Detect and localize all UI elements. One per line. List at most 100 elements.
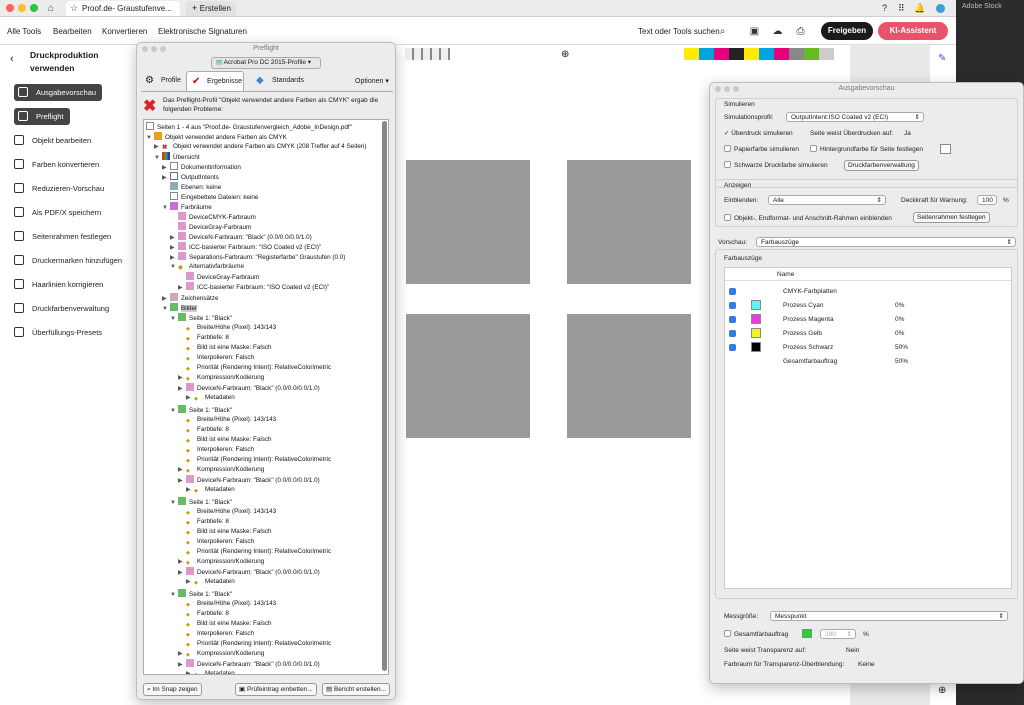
tree-item[interactable]: ◆ Interpolieren: Falsch bbox=[186, 537, 254, 547]
triangle-right-icon[interactable]: ▶ bbox=[178, 465, 186, 475]
coverage-value-select[interactable]: 280 ⇕ bbox=[820, 629, 856, 639]
tree-item[interactable]: ◆ Breite/Höhe (Pixel): 143/143 bbox=[186, 599, 276, 609]
tool-ink-manager[interactable]: Druckfarbenverwaltung bbox=[14, 301, 109, 317]
search-icon[interactable]: ⌕ bbox=[717, 26, 728, 37]
embed-result-button[interactable]: ▣ Prüfeintrag einbetten... bbox=[235, 683, 317, 696]
avatar[interactable] bbox=[936, 4, 945, 13]
triangle-down-icon[interactable]: ▼ bbox=[146, 133, 154, 143]
tool-convert-colors[interactable]: Farben konvertieren bbox=[14, 157, 99, 173]
triangle-right-icon[interactable]: ▶ bbox=[178, 568, 186, 578]
tree-item[interactable]: ◆ Breite/Höhe (Pixel): 143/143 bbox=[186, 415, 276, 425]
warning-opacity-input[interactable]: 100 bbox=[977, 195, 997, 205]
gray-square[interactable] bbox=[567, 160, 691, 284]
plate-visibility-checkbox[interactable] bbox=[729, 316, 736, 323]
tree-item[interactable]: ◆ Farbtiefe: 8 bbox=[186, 333, 229, 343]
triangle-right-icon[interactable]: ▶ bbox=[186, 577, 194, 587]
tab-standards[interactable]: ◆ Standards bbox=[252, 71, 304, 91]
tree-item[interactable]: ▶ OutputIntents bbox=[162, 172, 219, 182]
tool-fix-hairlines[interactable]: Haarlinien korrigieren bbox=[14, 277, 103, 293]
background-color-swatch[interactable] bbox=[940, 144, 951, 154]
tree-item[interactable]: ◆ Interpolieren: Falsch bbox=[186, 353, 254, 363]
tree-item[interactable]: Ebenen: keine bbox=[170, 182, 221, 192]
triangle-down-icon[interactable]: ▼ bbox=[162, 304, 170, 314]
tree-item[interactable]: DeviceCMYK-Farbraum bbox=[178, 212, 256, 222]
triangle-down-icon[interactable]: ▼ bbox=[154, 153, 162, 163]
triangle-down-icon[interactable]: ▼ bbox=[170, 498, 178, 508]
overprint-checkbox[interactable]: ✓ Überdruck simulieren bbox=[724, 129, 793, 138]
tree-item[interactable]: ▶ ◆ Kompression/Kodierung bbox=[178, 373, 264, 383]
bell-icon[interactable]: 🔔 bbox=[914, 3, 925, 14]
tree-item[interactable]: ▼ ◆ Alternativfarbräume bbox=[170, 262, 244, 272]
tool-output-preview[interactable]: Ausgabevorschau bbox=[14, 84, 103, 101]
tree-item[interactable]: ▼ Seite 1: "Black" bbox=[170, 405, 232, 415]
back-arrow-icon[interactable]: ‹ bbox=[10, 53, 14, 65]
tree-item[interactable]: ◆ Bild ist eine Maske: Falsch bbox=[186, 435, 272, 445]
tool-preflight[interactable]: Preflight bbox=[14, 108, 70, 125]
tree-item[interactable]: ▶ ICC-basierter Farbraum: "ISO Coated v2 … bbox=[178, 282, 329, 292]
black-ink-checkbox[interactable]: Schwarze Druckfarbe simulieren bbox=[724, 161, 828, 170]
comment-icon[interactable]: ✎ bbox=[938, 53, 946, 64]
tree-item[interactable]: ◆ Breite/Höhe (Pixel): 143/143 bbox=[186, 507, 276, 517]
minimize-dialog-button[interactable] bbox=[151, 46, 157, 52]
gray-square[interactable] bbox=[567, 314, 691, 438]
tree-item[interactable]: ◆ Bild ist eine Maske: Falsch bbox=[186, 619, 272, 629]
total-area-coverage-checkbox[interactable]: Gesamtfarbauftrag bbox=[724, 630, 788, 639]
save-icon[interactable]: ▣ bbox=[749, 26, 760, 37]
tree-item[interactable]: ▶ ◆ Kompression/Kodierung bbox=[178, 465, 264, 475]
tree-item[interactable]: ▶ ✖ Objekt verwendet andere Farben als CMY… bbox=[154, 142, 366, 152]
zoom-dialog-button[interactable] bbox=[160, 46, 166, 52]
tree-item[interactable]: ◆ Interpolieren: Falsch bbox=[186, 629, 254, 639]
tree-item[interactable]: DeviceGray-Farbraum bbox=[178, 222, 251, 232]
share-button[interactable]: Freigeben bbox=[821, 22, 873, 40]
help-icon[interactable]: ? bbox=[882, 3, 887, 13]
menu-all-tools[interactable]: Alle Tools bbox=[7, 27, 41, 36]
zoom-window-button[interactable] bbox=[30, 4, 38, 12]
results-tree[interactable]: Seiten 1 - 4 aus "Proof.de- Graustufenve… bbox=[143, 119, 389, 675]
tree-item[interactable]: ▼ Seite 1: "Black" bbox=[170, 589, 232, 599]
close-window-button[interactable] bbox=[6, 4, 14, 12]
tree-item[interactable]: ◆ Priorität (Rendering Intent): RelativeC… bbox=[186, 455, 331, 465]
triangle-down-icon[interactable]: ▼ bbox=[170, 262, 178, 272]
triangle-right-icon[interactable]: ▶ bbox=[186, 485, 194, 495]
zoom-dialog-button[interactable] bbox=[733, 86, 739, 92]
tree-item[interactable]: ▶ Zeichensätze bbox=[162, 293, 218, 303]
tree-scrollbar[interactable] bbox=[382, 121, 387, 671]
ai-assistant-button[interactable]: KI-Assistent bbox=[878, 22, 948, 40]
set-page-boxes-button[interactable]: Seitenrahmen festlegen bbox=[913, 212, 990, 223]
sample-size-select[interactable]: Messpunkt ⇕ bbox=[770, 611, 1008, 621]
options-menu[interactable]: Optionen ▾ bbox=[355, 77, 389, 85]
tree-item[interactable]: ▼ Bilder bbox=[162, 303, 198, 314]
tree-item[interactable]: ▶ ◆ Metadaten bbox=[186, 669, 235, 674]
tree-item[interactable]: ▼ Farbräume bbox=[162, 202, 212, 212]
triangle-down-icon[interactable]: ▼ bbox=[162, 203, 170, 213]
tree-item[interactable]: ▶ ◆ Metadaten bbox=[186, 577, 235, 587]
tree-item[interactable]: ◆ Bild ist eine Maske: Falsch bbox=[186, 343, 272, 353]
gray-square[interactable] bbox=[406, 160, 530, 284]
triangle-right-icon[interactable]: ▶ bbox=[186, 393, 194, 403]
plate-visibility-checkbox[interactable] bbox=[729, 330, 736, 337]
triangle-down-icon[interactable]: ▼ bbox=[170, 406, 178, 416]
triangle-right-icon[interactable]: ▶ bbox=[178, 660, 186, 670]
show-boxes-checkbox[interactable]: Objekt-, Endformat- und Anschnitt-Rahmen… bbox=[724, 214, 892, 223]
tree-item[interactable]: ▼ Übersicht bbox=[154, 152, 200, 162]
triangle-right-icon[interactable]: ▶ bbox=[154, 142, 162, 152]
triangle-right-icon[interactable]: ▶ bbox=[178, 373, 186, 383]
tree-item[interactable]: ▼ Seite 1: "Black" bbox=[170, 313, 232, 323]
tree-item[interactable]: ▶ DeviceN-Farbraum: "Black" (0.0/0.0/0.0/… bbox=[178, 383, 320, 393]
tree-item[interactable]: ◆ Breite/Höhe (Pixel): 143/143 bbox=[186, 323, 276, 333]
tool-add-printer-marks[interactable]: Druckermarken hinzufügen bbox=[14, 253, 122, 269]
tree-item[interactable]: ◆ Priorität (Rendering Intent): RelativeC… bbox=[186, 363, 331, 373]
zoom-icon[interactable]: ⊕ bbox=[938, 685, 946, 696]
minimize-dialog-button[interactable] bbox=[724, 86, 730, 92]
tree-item[interactable]: ▶ ◆ Kompression/Kodierung bbox=[178, 557, 264, 567]
print-icon[interactable]: ⎙ bbox=[795, 26, 806, 37]
plate-visibility-checkbox[interactable] bbox=[729, 288, 736, 295]
triangle-right-icon[interactable]: ▶ bbox=[162, 173, 170, 183]
tree-item[interactable]: ▶ ◆ Metadaten bbox=[186, 393, 235, 403]
tab-profile[interactable]: ⚙ Profile bbox=[141, 71, 181, 91]
tool-flattener-preview[interactable]: Reduzieren-Vorschau bbox=[14, 181, 104, 197]
menu-edit[interactable]: Bearbeiten bbox=[53, 27, 92, 36]
upload-cloud-icon[interactable]: ☁ bbox=[772, 26, 783, 37]
tree-item[interactable]: ▶ ICC-basierter Farbraum: "ISO Coated v2 … bbox=[170, 242, 321, 252]
separations-table[interactable]: Name CMYK-Farbplatten Prozess Cyan 0% Proze… bbox=[724, 267, 1012, 589]
